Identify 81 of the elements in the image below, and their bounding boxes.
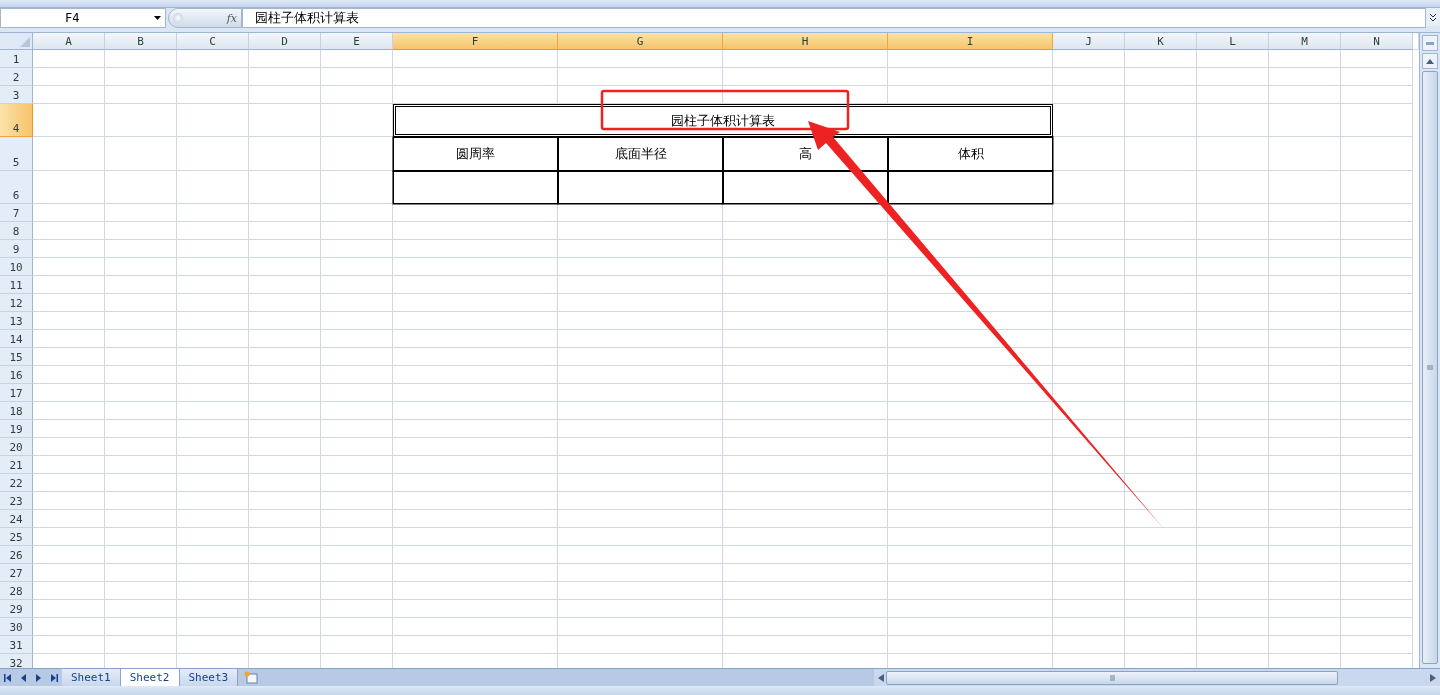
scroll-up-button[interactable] xyxy=(1422,53,1438,69)
select-all-icon[interactable] xyxy=(20,37,30,47)
split-handle-icon[interactable] xyxy=(1422,35,1438,51)
column-header[interactable]: A xyxy=(33,33,105,50)
row-header[interactable]: 5 xyxy=(0,137,33,171)
row-header[interactable]: 30 xyxy=(0,618,33,636)
sheet-tab[interactable]: Sheet2 xyxy=(120,669,180,686)
column-header[interactable]: F xyxy=(393,33,558,50)
table-header-cell: 底面半径 xyxy=(558,137,723,171)
row-header[interactable]: 10 xyxy=(0,258,33,276)
row-header[interactable]: 2 xyxy=(0,68,33,86)
row-header[interactable]: 22 xyxy=(0,474,33,492)
table-title[interactable]: 园柱子体积计算表 xyxy=(393,104,1053,137)
row-header[interactable]: 12 xyxy=(0,294,33,312)
circle-icon xyxy=(173,13,183,23)
previous-sheet-icon[interactable] xyxy=(19,673,27,682)
table-header-cell: 体积 xyxy=(888,137,1053,171)
grip-icon xyxy=(1427,365,1433,370)
table-header-cell: 圆周率 xyxy=(393,137,558,171)
row-header[interactable]: 8 xyxy=(0,222,33,240)
row-header[interactable]: 32 xyxy=(0,654,33,668)
row-header[interactable]: 16 xyxy=(0,366,33,384)
row-header[interactable]: 11 xyxy=(0,276,33,294)
row-header[interactable]: 7 xyxy=(0,204,33,222)
table-cell[interactable] xyxy=(723,171,888,204)
first-sheet-icon[interactable] xyxy=(4,673,12,682)
row-header[interactable]: 28 xyxy=(0,582,33,600)
insert-function-button[interactable]: fx xyxy=(226,11,237,25)
row-header[interactable]: 18 xyxy=(0,402,33,420)
row-header[interactable]: 3 xyxy=(0,86,33,104)
column-header[interactable]: D xyxy=(249,33,321,50)
column-header[interactable]: K xyxy=(1125,33,1197,50)
row-header[interactable]: 19 xyxy=(0,420,33,438)
column-header[interactable]: M xyxy=(1269,33,1341,50)
column-header[interactable]: J xyxy=(1053,33,1125,50)
row-header[interactable]: 23 xyxy=(0,492,33,510)
scroll-left-icon[interactable] xyxy=(878,673,884,682)
table-header-cell: 高 xyxy=(723,137,888,171)
row-header[interactable]: 9 xyxy=(0,240,33,258)
row-header[interactable]: 1 xyxy=(0,50,33,68)
column-header[interactable]: N xyxy=(1341,33,1413,50)
up-arrow-icon xyxy=(1426,58,1434,64)
row-header[interactable]: 29 xyxy=(0,600,33,618)
next-sheet-icon[interactable] xyxy=(35,673,43,682)
column-header[interactable]: C xyxy=(177,33,249,50)
row-header[interactable]: 14 xyxy=(0,330,33,348)
row-header[interactable]: 24 xyxy=(0,510,33,528)
insert-sheet-icon[interactable] xyxy=(244,671,259,684)
row-header[interactable]: 31 xyxy=(0,636,33,654)
column-header[interactable]: G xyxy=(558,33,723,50)
row-header[interactable]: 4 xyxy=(0,104,33,137)
row-header[interactable]: 25 xyxy=(0,528,33,546)
column-header[interactable]: B xyxy=(105,33,177,50)
table-cell[interactable] xyxy=(393,171,558,204)
dropdown-caret-icon[interactable] xyxy=(154,16,161,20)
table-cell[interactable] xyxy=(558,171,723,204)
last-sheet-icon[interactable] xyxy=(50,673,58,682)
grip-icon xyxy=(1426,41,1434,45)
horizontal-scrollbar-thumb[interactable] xyxy=(886,670,1338,685)
column-header[interactable]: E xyxy=(321,33,393,50)
name-box[interactable]: F4 xyxy=(0,8,166,28)
row-header[interactable]: 26 xyxy=(0,546,33,564)
sheet-tab[interactable]: Sheet1 xyxy=(62,669,121,686)
row-header[interactable]: 21 xyxy=(0,456,33,474)
row-header[interactable]: 27 xyxy=(0,564,33,582)
table-cell[interactable] xyxy=(888,171,1053,204)
scroll-right-icon[interactable] xyxy=(1430,673,1436,682)
column-header[interactable]: H xyxy=(723,33,888,50)
expand-icon[interactable] xyxy=(1426,8,1440,26)
sheet-tab[interactable]: Sheet3 xyxy=(179,669,239,686)
select-all-button[interactable] xyxy=(0,33,33,50)
column-header[interactable]: I xyxy=(888,33,1053,50)
grip-icon xyxy=(1109,674,1115,681)
formula-field[interactable]: 园柱子体积计算表 xyxy=(242,8,1426,28)
row-header[interactable]: 13 xyxy=(0,312,33,330)
vertical-scrollbar-thumb[interactable] xyxy=(1422,71,1438,664)
row-header[interactable]: 15 xyxy=(0,348,33,366)
column-header[interactable]: L xyxy=(1197,33,1269,50)
row-header[interactable]: 6 xyxy=(0,171,33,204)
row-header[interactable]: 20 xyxy=(0,438,33,456)
row-header[interactable]: 17 xyxy=(0,384,33,402)
